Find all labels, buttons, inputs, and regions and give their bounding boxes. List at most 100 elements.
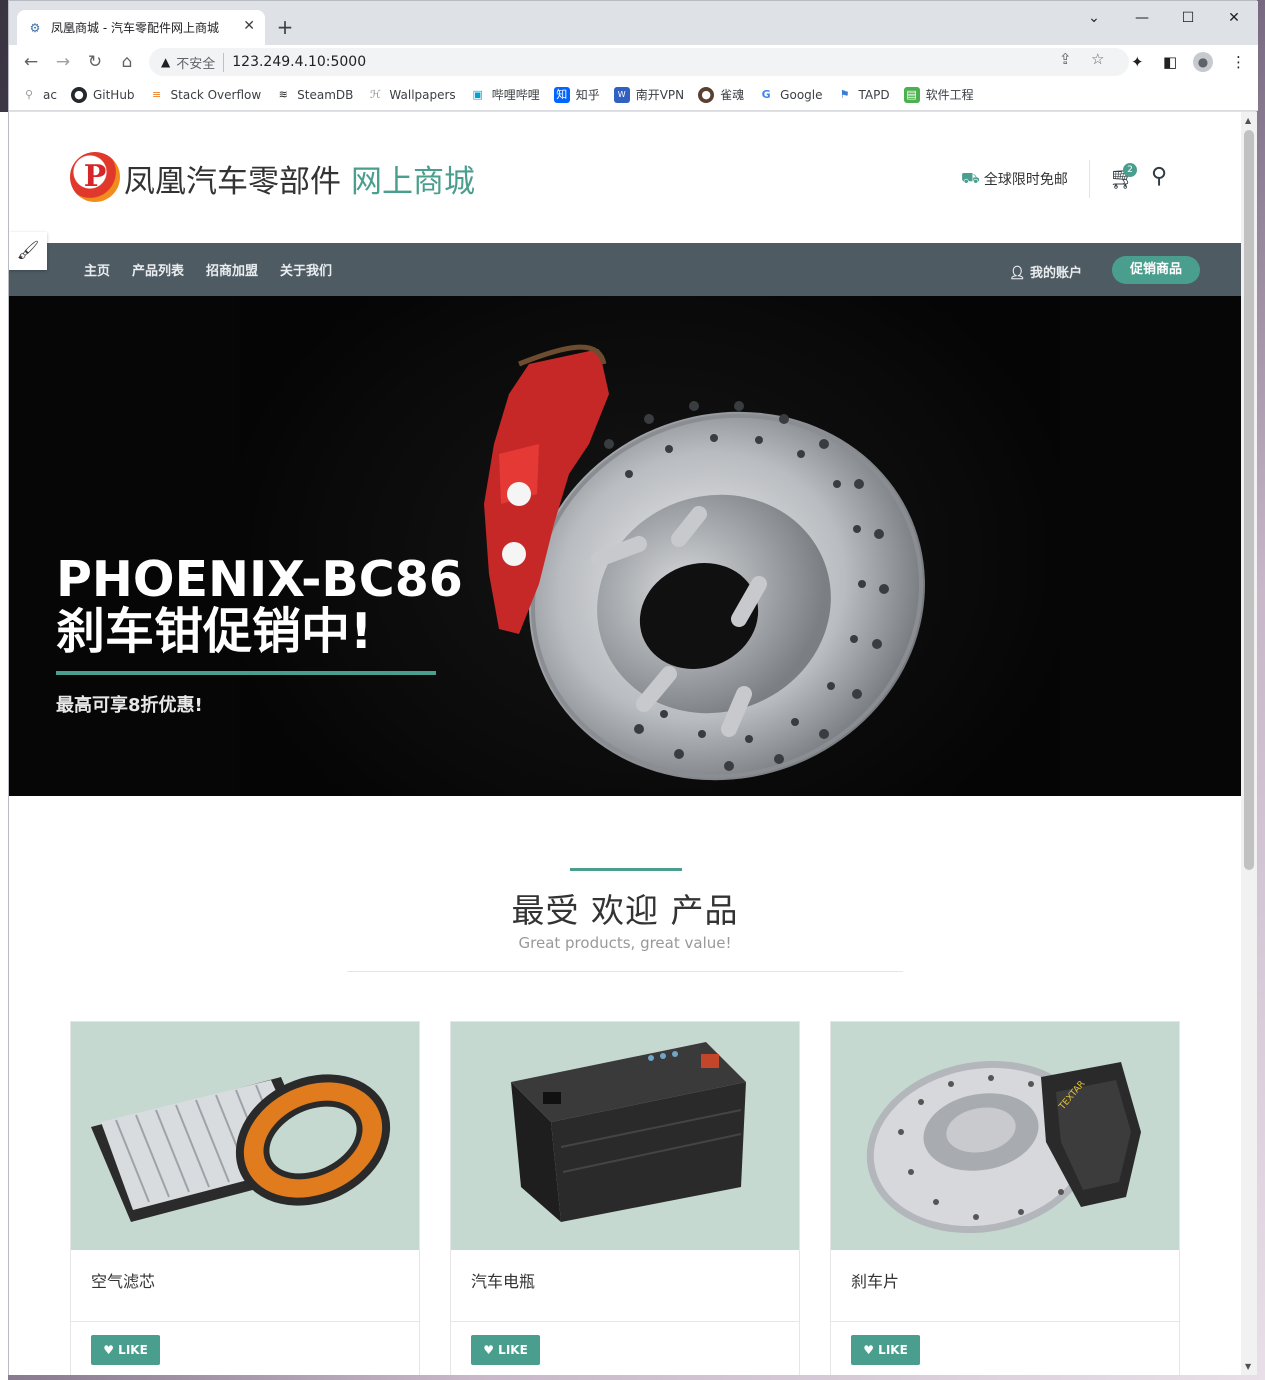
tab-bar: ⚙ 凤凰商城 - 汽车零配件网上商城 ✕ + ⌄ — ☐ ✕: [9, 1, 1258, 45]
tab-search-chevron-icon[interactable]: ⌄: [1071, 5, 1117, 31]
hero-title-line1: PHOENIX-BC86: [56, 551, 463, 608]
page-scrollbar[interactable]: ▲ ▼: [1241, 112, 1257, 1375]
tab-close-icon[interactable]: ✕: [243, 18, 255, 34]
maximize-button[interactable]: ☐: [1165, 5, 1211, 31]
my-account-link[interactable]: 👤︎ 我的账户: [1009, 262, 1082, 281]
scroll-up-arrow-icon[interactable]: ▲: [1245, 116, 1251, 125]
hero-title: PHOENIX-BC86 刹车钳促销中!: [56, 554, 463, 658]
share-icon[interactable]: ⇪: [1059, 50, 1072, 68]
header-divider: [1089, 160, 1090, 198]
like-button[interactable]: ♥ LIKE: [471, 1335, 540, 1365]
vpn-icon: W: [613, 86, 630, 103]
insecure-label: 不安全: [176, 52, 225, 72]
warning-icon: ▲: [161, 55, 171, 69]
scrollbar-thumb[interactable]: [1244, 130, 1254, 870]
address-bar[interactable]: ▲ 不安全 123.249.4.10:5000: [149, 48, 1129, 76]
menu-kebab-icon[interactable]: ⋮: [1231, 53, 1246, 71]
nav-item-about[interactable]: 关于我们: [280, 260, 332, 279]
product-card[interactable]: 空气滤芯 ♥ LIKE: [70, 1021, 420, 1375]
bookmark-google[interactable]: G Google: [758, 87, 823, 103]
heart-icon: ♥: [483, 1343, 494, 1357]
bookmark-software-eng[interactable]: ▤ 软件工程: [903, 86, 974, 103]
bookmark-vpn[interactable]: W 南开VPN: [613, 86, 684, 103]
car-battery-illustration: [511, 1042, 746, 1222]
google-icon: G: [761, 87, 771, 101]
product-name[interactable]: 刹车片: [851, 1268, 899, 1292]
reload-button[interactable]: ↻: [83, 50, 107, 74]
promo-products-button[interactable]: 促销商品: [1112, 256, 1200, 284]
extensions-icon[interactable]: ✦: [1131, 53, 1144, 71]
ac-icon: ⚲: [24, 87, 34, 101]
nav-item-home[interactable]: 主页: [84, 260, 110, 279]
cart-count-badge: 2: [1123, 163, 1137, 177]
logo-main-text: 凤凰汽车零部件: [124, 164, 341, 200]
forward-button[interactable]: →: [51, 50, 75, 74]
shipping-label: 全球限时免邮: [983, 172, 1068, 188]
home-button[interactable]: ⌂: [115, 50, 139, 74]
back-button[interactable]: ←: [19, 50, 43, 74]
scroll-down-arrow-icon[interactable]: ▼: [1245, 1362, 1251, 1371]
truck-icon: ⛟: [961, 169, 980, 187]
bookmark-zhihu[interactable]: 知知乎: [553, 86, 600, 103]
close-window-button[interactable]: ✕: [1211, 5, 1257, 31]
wallpapers-icon: ℋ: [369, 87, 381, 101]
bookmark-github[interactable]: ● GitHub: [70, 86, 135, 103]
bookmark-ac[interactable]: ⚲ ac: [21, 87, 57, 103]
bookmark-bilibili[interactable]: ▣ 哔哩哔哩: [470, 86, 539, 103]
bookmark-steamdb[interactable]: ≋ SteamDB: [275, 87, 354, 103]
search-icon[interactable]: ⚲: [1151, 164, 1167, 189]
card-divider: [451, 1321, 799, 1322]
stackoverflow-icon: ≡: [151, 87, 162, 101]
popular-section-subtitle: Great products, great value!: [518, 934, 732, 952]
product-name[interactable]: 空气滤芯: [91, 1268, 155, 1292]
browser-toolbar: ← → ↻ ⌂ ▲ 不安全 123.249.4.10:5000 ⇪ ☆ ✦ ◧ …: [9, 45, 1258, 79]
brake-disc-image: [484, 344, 925, 781]
phoenix-logo-icon[interactable]: P: [70, 152, 120, 202]
brake-pad-image[interactable]: TEXTAR: [831, 1022, 1179, 1250]
tapd-icon: ⚑: [839, 87, 850, 101]
browser-tab[interactable]: ⚙ 凤凰商城 - 汽车零配件网上商城 ✕: [17, 10, 265, 45]
profile-avatar-icon[interactable]: ●: [1193, 52, 1213, 72]
hero-banner[interactable]: PHOENIX-BC86 刹车钳促销中! 最高可享8折优惠!: [9, 296, 1241, 796]
car-battery-image[interactable]: [451, 1022, 799, 1250]
section-accent-bar: [570, 868, 682, 871]
bookmarks-bar: ⚲ ac ● GitHub ≡ Stack Overflow ≋ SteamDB ℋ Wa…: [9, 79, 1258, 111]
site-favicon-icon: ⚙: [29, 20, 41, 35]
url-text[interactable]: 123.249.4.10:5000: [232, 54, 366, 70]
nav-item-franchise[interactable]: 招商加盟: [206, 260, 258, 279]
hero-subtitle: 最高可享8折优惠!: [56, 695, 203, 716]
site-logo-text[interactable]: 凤凰汽车零部件 网上商城: [124, 156, 475, 201]
bookmark-stackoverflow[interactable]: ≡ Stack Overflow: [149, 87, 261, 103]
logo-accent-text: 网上商城: [351, 164, 475, 200]
paintbrush-icon[interactable]: 🖌︎: [9, 232, 47, 270]
like-button[interactable]: ♥ LIKE: [91, 1335, 160, 1365]
like-button[interactable]: ♥ LIKE: [851, 1335, 920, 1365]
desktop-left-strip: [0, 112, 8, 1380]
air-filter-image[interactable]: [71, 1022, 419, 1250]
bilibili-icon: ▣: [472, 87, 483, 101]
mahjong-icon: ●: [698, 86, 715, 103]
popular-section-title: 最受 欢迎 产品: [511, 891, 739, 930]
nav-item-products[interactable]: 产品列表: [132, 260, 184, 279]
user-icon: 👤︎: [1009, 266, 1026, 281]
bookmark-wallpapers[interactable]: ℋ Wallpapers: [367, 87, 456, 103]
bookmark-mahjong[interactable]: ● 雀魂: [698, 86, 744, 103]
product-card[interactable]: TEXTAR 刹车片 ♥ LIKE: [830, 1021, 1180, 1375]
browser-window: ⚙ 凤凰商城 - 汽车零配件网上商城 ✕ + ⌄ — ☐ ✕ ← → ↻ ⌂ ▲…: [8, 0, 1258, 1375]
bookmark-tapd[interactable]: ⚑ TAPD: [837, 87, 890, 103]
product-name[interactable]: 汽车电瓶: [471, 1268, 535, 1292]
free-shipping-link[interactable]: ⛟ 全球限时免邮: [961, 169, 1068, 189]
steamdb-icon: ≋: [278, 87, 288, 101]
hero-accent-bar: [56, 671, 436, 675]
brake-pad-illustration: TEXTAR: [866, 1060, 1141, 1234]
bookmark-star-icon[interactable]: ☆: [1091, 50, 1104, 68]
main-navigation: 主页 产品列表 招商加盟 关于我们 👤︎ 我的账户 促销商品: [9, 243, 1241, 296]
air-filter-illustration: [91, 1074, 391, 1222]
side-panel-icon[interactable]: ◧: [1163, 53, 1177, 71]
card-divider: [831, 1321, 1179, 1322]
zhihu-icon: 知: [553, 86, 570, 103]
new-tab-button[interactable]: +: [271, 13, 299, 41]
page-viewport: P 凤凰汽车零部件 网上商城 ⛟ 全球限时免邮 🛒︎ 2 ⚲ 🖌︎ 主页 产品列表…: [9, 112, 1241, 1375]
minimize-button[interactable]: —: [1119, 5, 1165, 31]
product-card[interactable]: 汽车电瓶 ♥ LIKE: [450, 1021, 800, 1375]
